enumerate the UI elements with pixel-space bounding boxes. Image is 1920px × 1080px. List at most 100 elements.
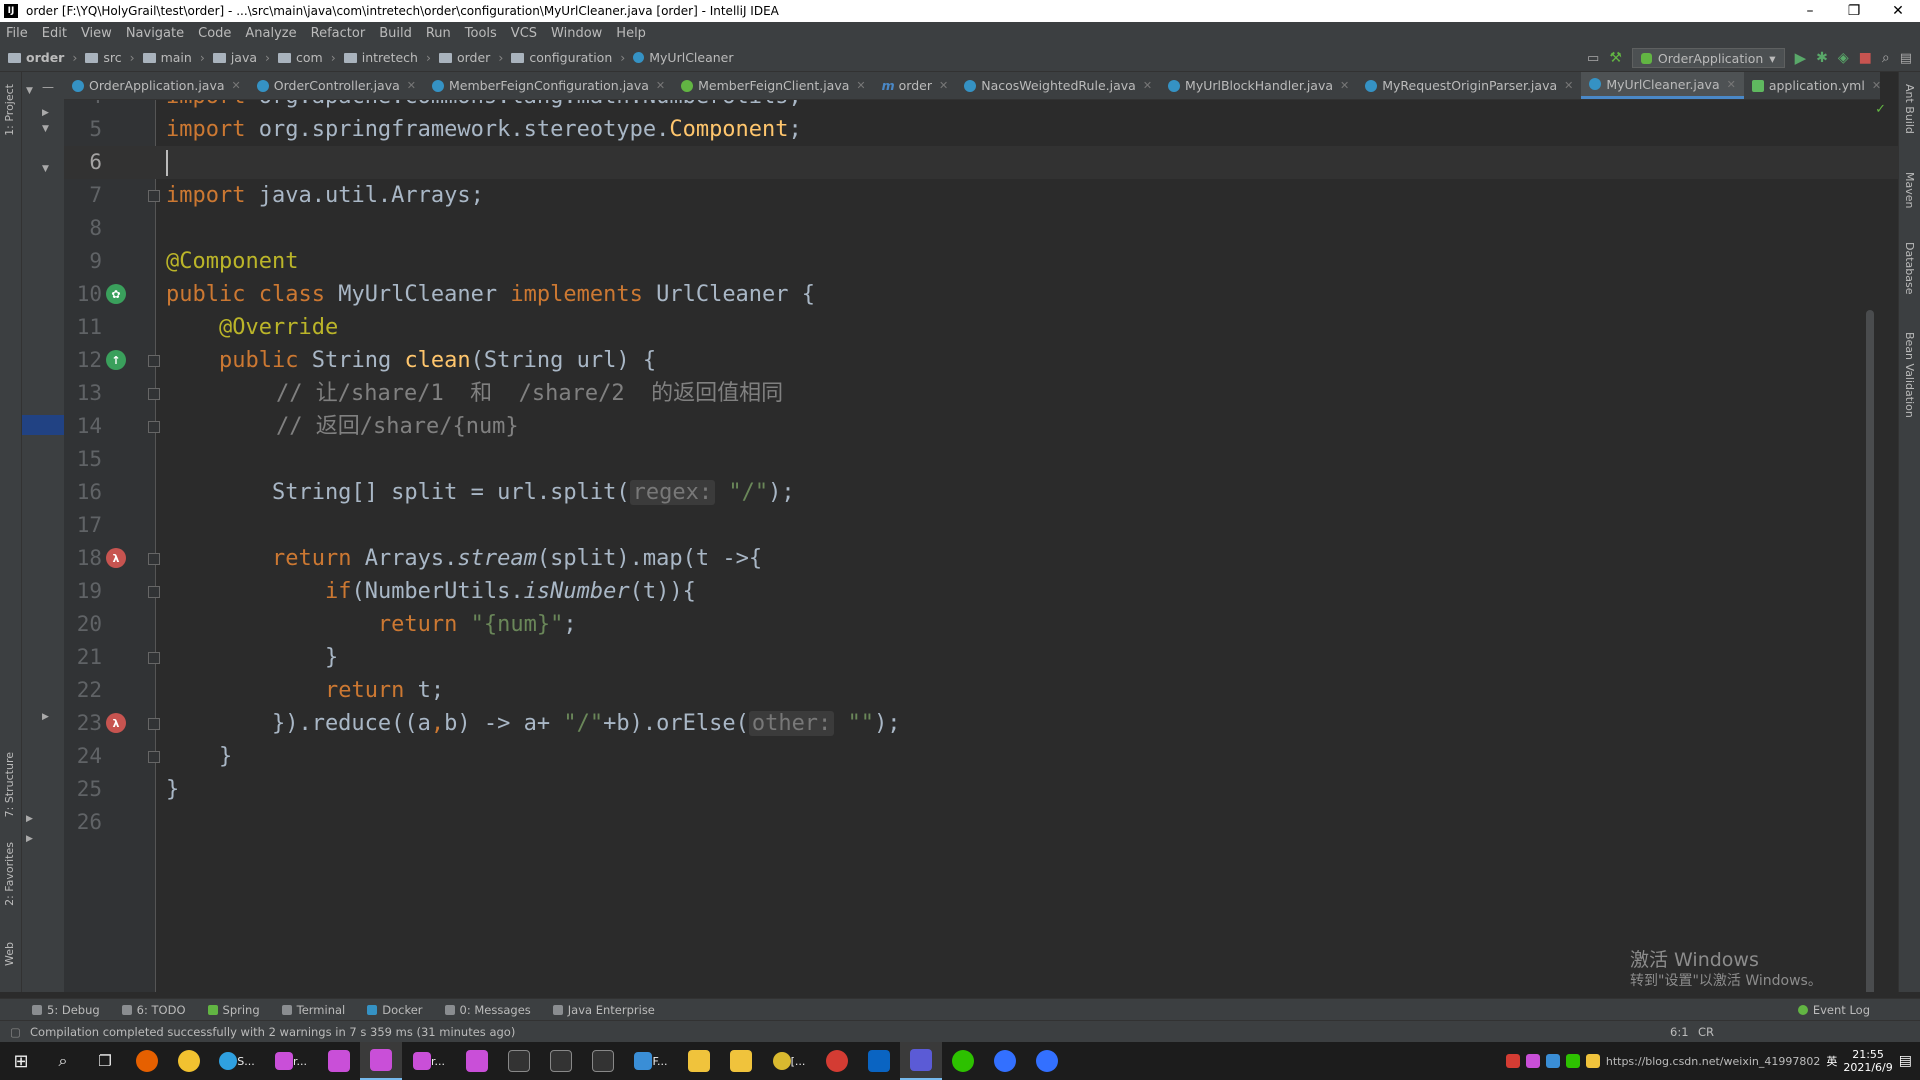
taskbar-app-video[interactable] (900, 1042, 942, 1080)
stop-icon[interactable]: ■ (1859, 50, 1872, 66)
tab-myrequestoriginparser[interactable]: MyRequestOriginParser.java ✕ (1357, 72, 1581, 99)
caret-position[interactable]: 6:1 (1670, 1025, 1689, 1039)
fold-marker-icon[interactable] (148, 751, 160, 763)
tray-app-icon[interactable] (1585, 1054, 1600, 1068)
menu-build[interactable]: Build (379, 26, 412, 41)
fold-marker-icon[interactable] (148, 388, 160, 400)
close-icon[interactable]: ✕ (1143, 79, 1152, 92)
tab-myurlcleaner[interactable]: MyUrlCleaner.java ✕ (1581, 72, 1744, 99)
spring-tool-button[interactable]: Spring (207, 1003, 260, 1017)
collapse-arrow-icon[interactable]: ▶ (26, 834, 33, 844)
lambda-icon[interactable]: λ (106, 548, 126, 568)
fold-marker-icon[interactable] (148, 652, 160, 664)
tab-orderapplication[interactable]: OrderApplication.java ✕ (64, 72, 249, 99)
breadcrumb-item[interactable]: main › (142, 50, 205, 65)
taskbar-app-remote-desktop[interactable]: F... (624, 1042, 678, 1080)
close-icon[interactable]: ✕ (407, 79, 416, 92)
menu-view[interactable]: View (81, 26, 112, 41)
collapse-arrow-icon[interactable]: ▶ (42, 712, 49, 722)
search-button[interactable]: ⌕ (42, 1042, 84, 1080)
lambda-icon[interactable]: λ (106, 713, 126, 733)
minimize-panel-icon[interactable]: — (42, 80, 54, 94)
start-button[interactable]: ⊞ (0, 1042, 42, 1080)
inspection-ok-icon[interactable]: ✓ (1875, 102, 1886, 117)
line-separator[interactable]: CR (1698, 1025, 1714, 1039)
minimize-button[interactable]: – (1788, 0, 1832, 22)
breadcrumb-item[interactable]: intretech › (343, 50, 431, 65)
chrome-button[interactable] (168, 1042, 210, 1080)
database-tool-button[interactable]: Database (1903, 242, 1916, 295)
close-icon[interactable]: ✕ (1727, 78, 1736, 91)
breadcrumb-item[interactable]: src › (85, 50, 135, 65)
implements-method-icon[interactable]: ↑ (106, 350, 126, 370)
close-icon[interactable]: ✕ (939, 79, 948, 92)
taskbar-app-intellij-2[interactable] (318, 1042, 360, 1080)
fold-marker-icon[interactable] (148, 718, 160, 730)
run-configuration-select[interactable]: OrderApplication ▾ (1631, 48, 1785, 68)
breadcrumb-item[interactable]: configuration › (511, 50, 625, 65)
close-icon[interactable]: ✕ (1564, 79, 1573, 92)
spring-bean-icon[interactable]: ✿ (106, 284, 126, 304)
menu-file[interactable]: File (6, 26, 28, 41)
clock[interactable]: 21:55 2021/6/9 (1843, 1048, 1892, 1074)
close-icon[interactable]: ✕ (232, 79, 241, 92)
close-icon[interactable]: ✕ (656, 79, 665, 92)
tab-order-pom[interactable]: m order ✕ (874, 72, 957, 99)
taskbar-app-file-explorer-2[interactable] (720, 1042, 762, 1080)
menu-tools[interactable]: Tools (465, 26, 497, 41)
menu-window[interactable]: Window (551, 26, 602, 41)
expand-arrow-icon[interactable]: ▼ (26, 86, 33, 96)
collapse-arrow-icon[interactable]: ▶ (26, 814, 33, 824)
tab-ordercontroller[interactable]: OrderController.java ✕ (249, 72, 424, 99)
structure-tool-button[interactable]: 7: Structure (3, 752, 16, 817)
tab-myurlblockhandler[interactable]: MyUrlBlockHandler.java ✕ (1160, 72, 1357, 99)
expand-arrow-icon[interactable]: ▼ (42, 124, 49, 134)
close-icon[interactable]: ✕ (856, 79, 865, 92)
run-icon[interactable]: ▶ (1795, 49, 1807, 67)
maximize-button[interactable]: ❐ (1832, 0, 1876, 22)
coverage-icon[interactable]: ◈ (1838, 50, 1849, 66)
fold-marker-icon[interactable] (148, 190, 160, 202)
close-button[interactable]: ✕ (1876, 0, 1920, 22)
taskbar-app-notes[interactable]: [... (762, 1042, 816, 1080)
breadcrumb-item[interactable]: com › (278, 50, 336, 65)
build-hammer-icon[interactable]: ⚒ (1609, 50, 1622, 66)
breadcrumb-item[interactable]: java › (212, 50, 270, 65)
menu-help[interactable]: Help (616, 26, 646, 41)
tray-app-icon[interactable] (1505, 1054, 1520, 1068)
favorites-tool-button[interactable]: 2: Favorites (3, 842, 16, 906)
taskbar-app-intellij-active[interactable] (360, 1042, 402, 1080)
taskbar-app-intellij-1[interactable]: r... (264, 1042, 318, 1080)
tray-wechat-icon[interactable] (1565, 1054, 1580, 1068)
notification-icon[interactable]: ▤ (1899, 1053, 1912, 1069)
debug-icon[interactable]: ✱ (1816, 50, 1828, 66)
taskbar-app-terminal-3[interactable] (582, 1042, 624, 1080)
taskbar-app-outlook[interactable] (858, 1042, 900, 1080)
task-view-button[interactable]: ❐ (84, 1042, 126, 1080)
menu-run[interactable]: Run (426, 26, 451, 41)
tab-memberfeignclient[interactable]: MemberFeignClient.java ✕ (673, 72, 874, 99)
breadcrumb-item[interactable]: order › (438, 50, 503, 65)
menu-refactor[interactable]: Refactor (311, 26, 366, 41)
taskbar-app-intellij-3[interactable]: r... (402, 1042, 456, 1080)
taskbar-app-wechat[interactable] (942, 1042, 984, 1080)
tray-app-icon[interactable] (1525, 1054, 1540, 1068)
ime-indicator[interactable]: 英 (1826, 1053, 1837, 1069)
terminal-tool-button[interactable]: Terminal (281, 1003, 345, 1017)
close-icon[interactable]: ✕ (1872, 79, 1881, 92)
close-icon[interactable]: ✕ (1340, 79, 1349, 92)
menu-vcs[interactable]: VCS (511, 26, 537, 41)
breadcrumb-item[interactable]: MyUrlCleaner (633, 50, 734, 65)
debug-tool-button[interactable]: 5: Debug (32, 1003, 100, 1017)
menu-edit[interactable]: Edit (42, 26, 67, 41)
collapse-arrow-icon[interactable]: ▶ (42, 108, 49, 118)
maven-tool-button[interactable]: Maven (1903, 172, 1916, 208)
taskbar-app-terminal-2[interactable] (540, 1042, 582, 1080)
firefox-button[interactable] (126, 1042, 168, 1080)
messages-tool-button[interactable]: 0: Messages (444, 1003, 531, 1017)
taskbar-app-feishu-1[interactable] (984, 1042, 1026, 1080)
fold-marker-icon[interactable] (148, 586, 160, 598)
expand-arrow-icon[interactable]: ▼ (42, 164, 49, 174)
taskbar-app-netease-music[interactable] (816, 1042, 858, 1080)
editor-scrollbar[interactable] (1866, 310, 1874, 992)
